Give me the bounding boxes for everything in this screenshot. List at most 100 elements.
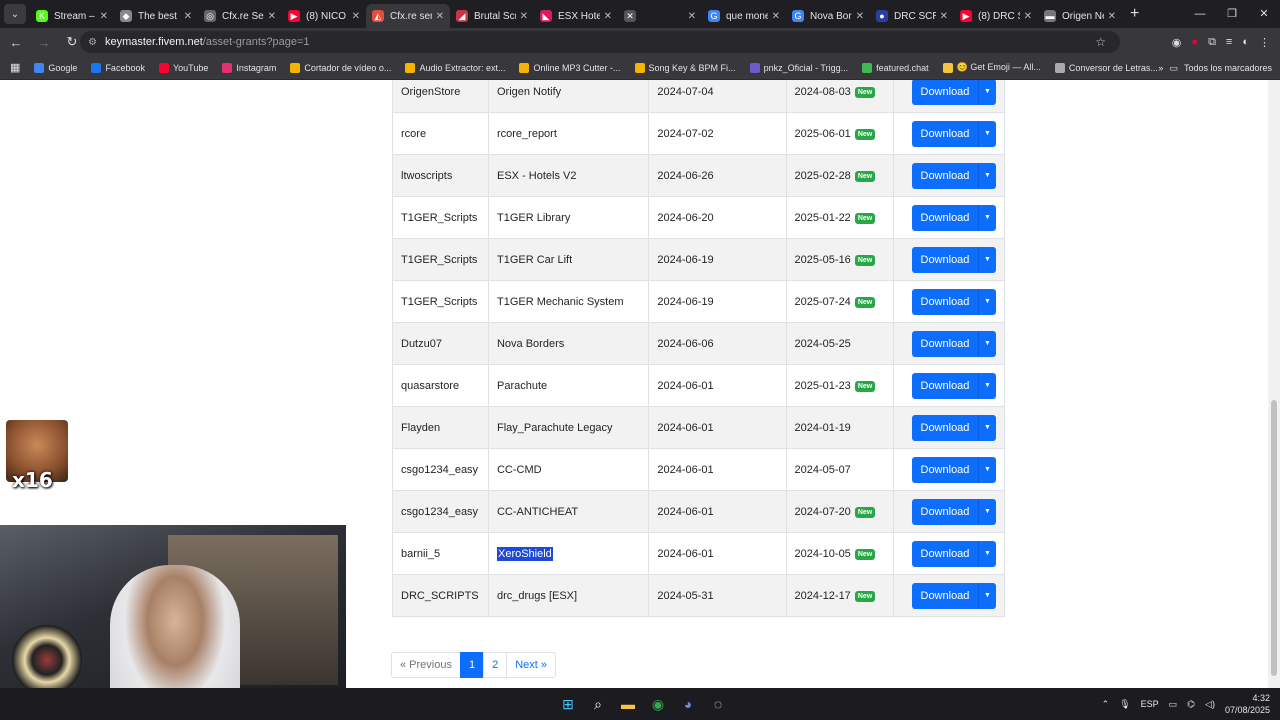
browser-tab[interactable]: ◭ Cfx.re serv ✕ (366, 4, 450, 28)
site-info-icon[interactable]: ⚙ (88, 37, 97, 48)
browser-tab[interactable]: G Nova Bord ✕ (786, 4, 870, 28)
bookmark-item[interactable]: featured.chat (862, 62, 929, 73)
extension-icon[interactable]: ◉ (1172, 36, 1182, 49)
caret-down-icon[interactable]: ▼ (977, 80, 996, 105)
bookmark-item[interactable]: Facebook (91, 62, 145, 73)
tray-chevron-icon[interactable]: ⌃ (1102, 699, 1110, 710)
scrollbar-thumb[interactable] (1271, 400, 1277, 676)
tab-close-icon[interactable]: ✕ (940, 11, 948, 22)
bookmark-item[interactable]: Online MP3 Cutter -... (519, 62, 621, 73)
bookmark-item[interactable]: Google (34, 62, 77, 73)
new-tab-button[interactable]: + (1130, 5, 1139, 23)
download-button[interactable]: Download (911, 456, 978, 483)
tab-close-icon[interactable]: ✕ (100, 11, 108, 22)
tab-close-icon[interactable]: ✕ (856, 11, 864, 22)
close-window-icon[interactable]: ✕ (1248, 0, 1280, 28)
caret-down-icon[interactable]: ▼ (977, 582, 996, 609)
tab-close-icon[interactable]: ✕ (184, 11, 192, 22)
windows-start-icon[interactable]: ⊞ (556, 692, 580, 716)
caret-down-icon[interactable]: ▼ (977, 246, 996, 273)
chrome-icon[interactable]: ◉ (646, 692, 670, 716)
tab-close-icon[interactable]: ✕ (772, 11, 780, 22)
browser-tab[interactable]: ◆ The best C ✕ (114, 4, 198, 28)
bookmark-item[interactable]: Song Key & BPM Fi... (634, 62, 736, 73)
language-indicator[interactable]: ESP (1141, 699, 1159, 709)
bookmark-star-icon[interactable]: ☆ (1095, 35, 1106, 49)
browser-tab[interactable]: ▶ (8) DRC SC ✕ (954, 4, 1038, 28)
browser-tab[interactable]: Gque mone ✕ (702, 4, 786, 28)
network-icon[interactable]: ⌬ (1187, 699, 1195, 710)
caret-down-icon[interactable]: ▼ (977, 204, 996, 231)
caret-down-icon[interactable]: ▼ (977, 540, 996, 567)
tab-close-icon[interactable]: ✕ (688, 11, 696, 22)
download-button[interactable]: Download (911, 540, 978, 567)
download-button[interactable]: Download (911, 414, 978, 441)
tab-close-icon[interactable]: ✕ (604, 11, 612, 22)
download-button[interactable]: Download (911, 330, 978, 357)
bookmark-item[interactable]: Audio Extractor: ext... (405, 62, 505, 73)
volume-icon[interactable]: ◁) (1205, 699, 1215, 710)
discord-icon[interactable]: ◕ (676, 692, 700, 716)
bookmark-item[interactable]: pnkz_Oficial - Trigg... (749, 62, 848, 73)
extensions-puzzle-icon[interactable]: ⧉ (1208, 36, 1216, 49)
caret-down-icon[interactable]: ▼ (977, 162, 996, 189)
download-button[interactable]: Download (911, 498, 978, 525)
browser-tab[interactable]: K Stream – K ✕ (30, 4, 114, 28)
caret-down-icon[interactable]: ▼ (977, 288, 996, 315)
browser-tab[interactable]: ◎ Cfx.re Serv ✕ (198, 4, 282, 28)
menu-dots-icon[interactable]: ⋮ (1259, 36, 1270, 49)
file-explorer-icon[interactable]: ▬ (616, 692, 640, 716)
minimize-icon[interactable]: — (1184, 0, 1216, 28)
profile-avatar[interactable]: ◐ (1242, 36, 1249, 48)
apps-grid-icon[interactable]: ▦ (10, 61, 20, 74)
bookmark-item[interactable]: Cortador de vídeo o... (290, 62, 391, 73)
all-bookmarks-link[interactable]: Todos los marcadores (1184, 63, 1272, 73)
display-icon[interactable]: ▭ (1169, 699, 1178, 710)
tab-close-icon[interactable]: ✕ (268, 11, 276, 22)
caret-down-icon[interactable]: ▼ (977, 120, 996, 147)
browser-tab[interactable]: ● DRC SCRIP ✕ (870, 4, 954, 28)
download-button[interactable]: Download (911, 372, 978, 399)
back-icon[interactable]: ← (4, 35, 28, 50)
download-button[interactable]: Download (911, 288, 978, 315)
address-bar[interactable]: ⚙ keymaster.fivem.net/asset-grants?page=… (80, 31, 1120, 53)
caret-down-icon[interactable]: ▼ (977, 414, 996, 441)
bookmark-item[interactable]: YouTube (158, 62, 208, 73)
media-icon[interactable]: ≡ (1226, 36, 1232, 48)
forward-icon[interactable]: → (32, 35, 56, 50)
restore-icon[interactable]: ❐ (1216, 0, 1248, 28)
adblock-icon[interactable]: ● (1191, 36, 1198, 48)
browser-tab[interactable]: ◢ Brutal Scrip ✕ (450, 4, 534, 28)
caret-down-icon[interactable]: ▼ (977, 372, 996, 399)
browser-tab[interactable]: ▶ (8) NICO F ✕ (282, 4, 366, 28)
tab-close-icon[interactable]: ✕ (1024, 11, 1032, 22)
tab-close-icon[interactable]: ✕ (352, 11, 360, 22)
download-button[interactable]: Download (911, 204, 978, 231)
page-scrollbar[interactable] (1268, 80, 1280, 688)
tab-close-icon[interactable]: ✕ (520, 11, 528, 22)
caret-down-icon[interactable]: ▼ (977, 330, 996, 357)
tab-search-icon[interactable]: ⌄ (4, 4, 26, 24)
pagination-page-2[interactable]: 2 (483, 652, 508, 678)
download-button[interactable]: Download (911, 162, 978, 189)
download-button[interactable]: Download (911, 246, 978, 273)
download-button[interactable]: Download (911, 120, 978, 147)
caret-down-icon[interactable]: ▼ (977, 456, 996, 483)
browser-tab[interactable]: ✕ ✕ (618, 4, 702, 28)
tab-close-icon[interactable]: ✕ (1108, 11, 1116, 22)
download-button[interactable]: Download (911, 80, 978, 105)
browser-tab[interactable]: ◣ ESX Hotels ✕ (534, 4, 618, 28)
browser-tab[interactable]: ▬ Origen Ne ✕ (1038, 4, 1122, 28)
pagination-previous[interactable]: « Previous (391, 652, 461, 678)
microphone-icon[interactable]: 🎙 (1119, 699, 1130, 710)
caret-down-icon[interactable]: ▼ (977, 498, 996, 525)
bookmark-item[interactable]: Instagram (222, 62, 276, 73)
obs-icon[interactable]: ◌ (706, 692, 730, 716)
search-icon[interactable]: ⌕ (586, 692, 610, 716)
pagination-next[interactable]: Next » (506, 652, 557, 678)
download-button[interactable]: Download (911, 582, 978, 609)
tab-close-icon[interactable]: ✕ (436, 11, 444, 22)
bookmark-item[interactable]: 😊 Get Emoji — All... (942, 62, 1041, 73)
pagination-page-1[interactable]: 1 (459, 652, 485, 678)
more-bookmarks-icon[interactable]: » (1158, 63, 1163, 73)
